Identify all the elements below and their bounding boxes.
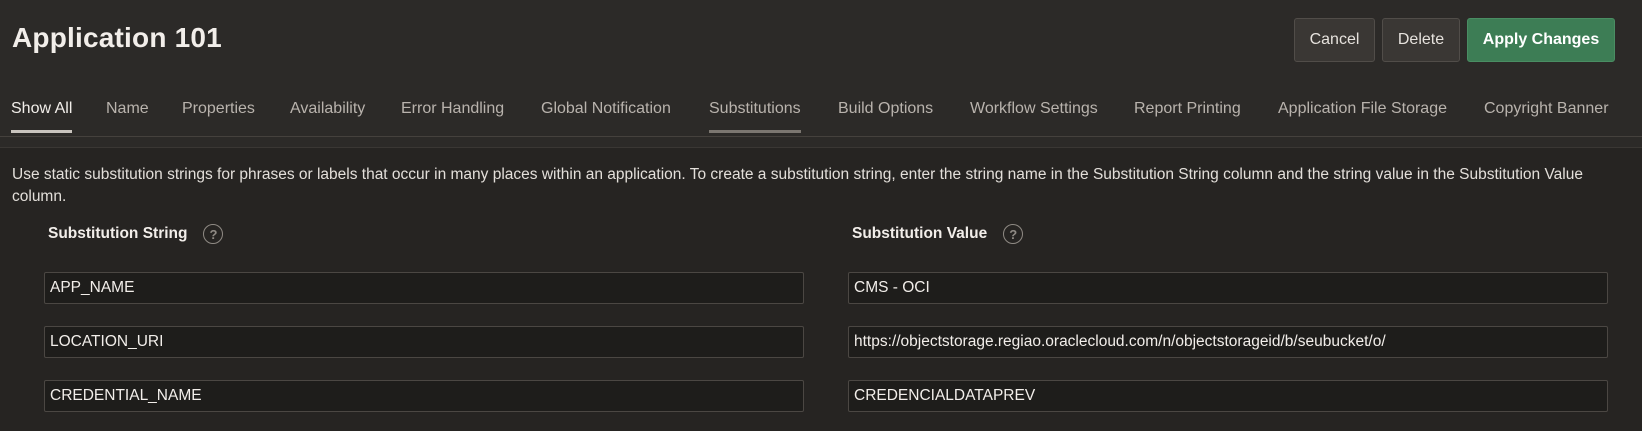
tab-availability[interactable]: Availability: [290, 100, 365, 130]
tab-name[interactable]: Name: [106, 100, 149, 130]
cancel-button[interactable]: Cancel: [1294, 18, 1375, 62]
substitution-value-field[interactable]: CREDENCIALDATAPREV: [848, 380, 1608, 412]
help-icon[interactable]: ?: [203, 224, 224, 244]
page-title: Application 101: [12, 22, 222, 53]
section-description: Use static substitution strings for phra…: [12, 166, 1583, 205]
tab-workflow-settings[interactable]: Workflow Settings: [970, 100, 1098, 130]
tab-properties[interactable]: Properties: [182, 100, 255, 130]
substitution-value-label: Substitution Value: [852, 225, 988, 242]
substitution-string-header: Substitution String ?: [48, 224, 224, 244]
tab-copyright-banner[interactable]: Copyright Banner: [1484, 100, 1609, 130]
substitution-string-field[interactable]: CREDENTIAL_NAME: [44, 380, 804, 412]
substitution-string-field[interactable]: APP_NAME: [44, 272, 804, 304]
substitution-value-field[interactable]: CMS - OCI: [848, 272, 1608, 304]
tab-error-handling[interactable]: Error Handling: [401, 100, 504, 130]
tab-application-file-storage[interactable]: Application File Storage: [1278, 100, 1447, 130]
apply-changes-button[interactable]: Apply Changes: [1467, 18, 1615, 62]
substitution-string-label: Substitution String: [48, 225, 188, 242]
substitution-string-field[interactable]: LOCATION_URI: [44, 326, 804, 358]
delete-button[interactable]: Delete: [1382, 18, 1460, 62]
substitution-value-field[interactable]: https://objectstorage.regiao.oraclecloud…: [848, 326, 1608, 358]
tab-global-notification[interactable]: Global Notification: [541, 100, 671, 130]
tab-show-all[interactable]: Show All: [11, 100, 73, 133]
substitutions-region: Use static substitution strings for phra…: [0, 147, 1642, 431]
tab-report-printing[interactable]: Report Printing: [1134, 100, 1241, 130]
substitution-value-header: Substitution Value ?: [852, 224, 1024, 244]
tab-bar: Show All Name Properties Availability Er…: [0, 88, 1642, 137]
help-icon[interactable]: ?: [1003, 224, 1024, 244]
tab-build-options[interactable]: Build Options: [838, 100, 933, 130]
tab-substitutions[interactable]: Substitutions: [709, 100, 801, 133]
page-header: Application 101 Cancel Delete Apply Chan…: [0, 0, 1642, 84]
